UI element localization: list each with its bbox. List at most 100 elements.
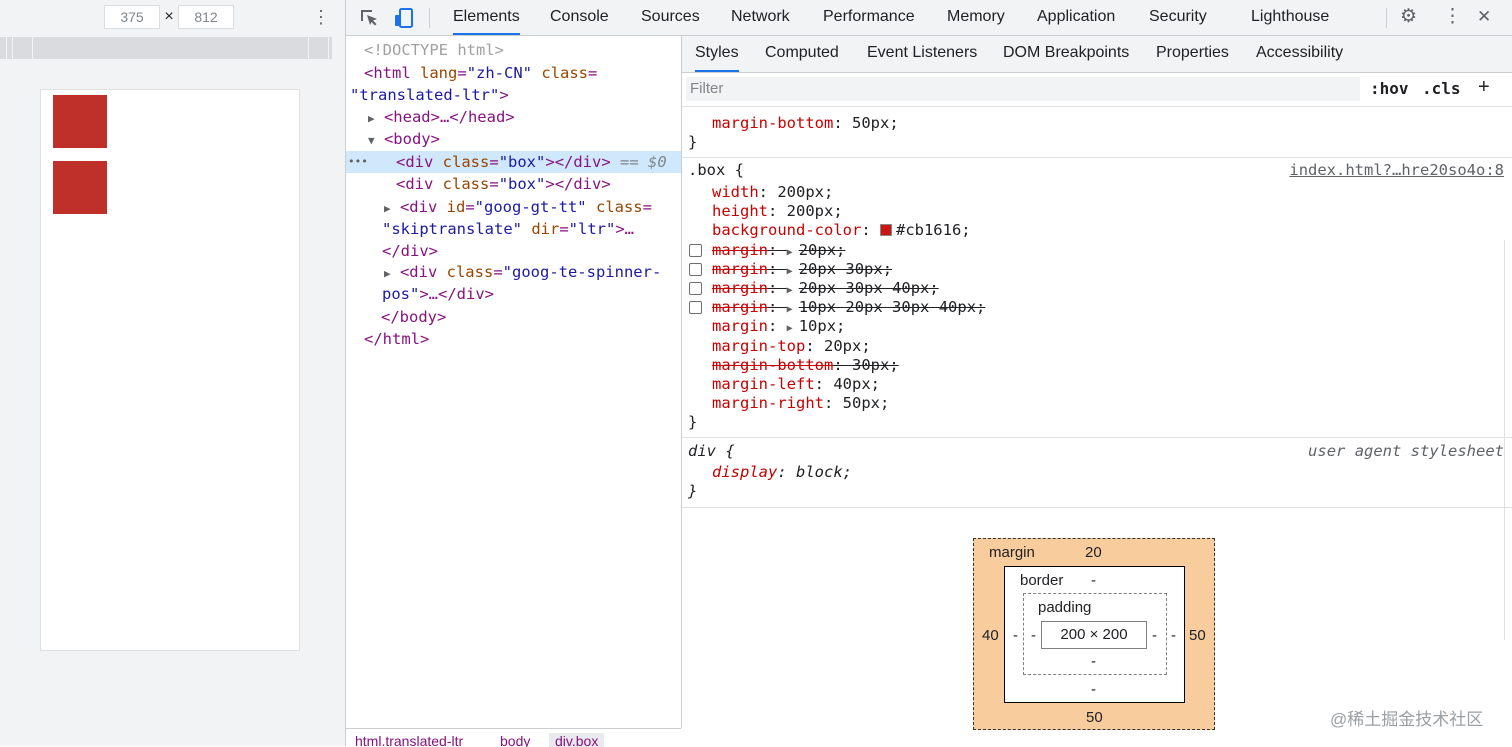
css-decl-margin[interactable]: margin: ▶ 20px 30px 40px; [712,279,939,298]
css-decl-width[interactable]: width: 200px; [712,183,833,202]
breadcrumb: html.translated-ltr body div.box [346,728,681,747]
css-decl-height[interactable]: height: 200px; [712,202,843,221]
expand-shorthand-icon[interactable]: ▶ [787,323,799,334]
dom-head[interactable]: ▶ <head>…</head> [368,106,681,128]
rule-separator [682,157,1512,158]
styles-filter-input[interactable]: Filter [686,77,1360,101]
css-decl-margin[interactable]: margin: ▶ 10px; [712,317,845,336]
stylesheet-source-link[interactable]: index.html?…hre20so4o:8 [1289,161,1504,179]
css-decl-margin[interactable]: margin: ▶ 20px; [712,241,845,260]
styles-scrollbar[interactable] [1504,240,1512,640]
settings-gear-icon[interactable]: ⚙ [1400,6,1417,28]
ruler-tick [6,37,7,59]
device-width-input[interactable]: 375 [104,5,160,29]
dom-div-spinner-cont[interactable]: pos">…</div> [382,283,681,305]
rule-separator [682,507,1512,508]
box-model-padding-right[interactable]: - [1152,627,1157,644]
tab-network[interactable]: Network [731,0,790,35]
breadcrumb-div-box[interactable]: div.box [549,733,605,747]
css-decl-margin-right[interactable]: margin-right: 50px; [712,394,889,413]
ruler-tick [12,37,13,59]
dom-html-close[interactable]: </html> [364,328,681,350]
dom-div-goog-gt-tt[interactable]: ▶ <div id="goog-gt-tt" class= [384,196,681,218]
dom-html-open-cont[interactable]: "translated-ltr"> [350,84,681,106]
tab-security[interactable]: Security [1149,0,1207,35]
box-model-border-right[interactable]: - [1171,627,1176,644]
dom-body-close[interactable]: </body> [381,306,681,328]
expand-caret-icon[interactable]: ▶ [384,202,391,215]
tab-styles[interactable]: Styles [695,36,739,72]
box-model-border-bottom[interactable]: - [1091,681,1096,698]
expand-shorthand-icon[interactable]: ▶ [787,285,799,296]
tab-application[interactable]: Application [1037,0,1115,35]
dom-div-box-selected[interactable]: ••• <div class="box"></div> == $0 [346,151,681,173]
cls-toggle-button[interactable]: .cls [1422,79,1461,98]
box-model-margin-bottom[interactable]: 50 [1086,709,1103,726]
dom-div-goog-gt-tt-cont[interactable]: "skiptranslate" dir="ltr">… [382,218,681,240]
expand-caret-icon[interactable]: ▶ [368,112,375,125]
tab-properties[interactable]: Properties [1156,36,1229,72]
css-decl-checkbox[interactable] [689,263,702,276]
box-model-border-top[interactable]: - [1091,572,1096,589]
css-decl-margin[interactable]: margin: ▶ 20px 30px; [712,260,892,279]
box-model-border-left[interactable]: - [1013,627,1018,644]
device-viewport[interactable] [40,89,300,651]
tab-console[interactable]: Console [550,0,609,35]
ruler-tick [32,37,33,59]
color-swatch-icon[interactable] [879,224,892,236]
dom-doctype[interactable]: <!DOCTYPE html> [364,39,681,61]
css-rule-box-selector[interactable]: .box { [688,161,744,180]
dom-div-box[interactable]: <div class="box"></div> [396,173,681,195]
css-decl-prev-margin-bottom[interactable]: margin-bottom: 50px; [712,114,899,133]
box-model-margin-right[interactable]: 50 [1189,627,1206,644]
box-model-margin-top[interactable]: 20 [1085,544,1102,561]
css-decl-background-color[interactable]: background-color: #cb1616; [712,221,971,240]
tab-event-listeners[interactable]: Event Listeners [867,36,977,72]
box-model-padding-bottom[interactable]: - [1091,653,1096,670]
more-options-icon[interactable]: ⋮ [1443,6,1462,28]
ellipsis-icon[interactable]: ••• [348,151,368,173]
device-more-icon[interactable]: ⋮ [312,6,330,28]
dom-tree: <!DOCTYPE html> <html lang="zh-CN" class… [346,36,682,728]
css-decl-display[interactable]: display: block; [712,463,852,482]
breadcrumb-body[interactable]: body [500,733,530,747]
tab-elements[interactable]: Elements [453,0,520,35]
box-model-margin-left[interactable]: 40 [982,627,999,644]
css-decl-margin-top[interactable]: margin-top: 20px; [712,337,871,356]
expand-shorthand-icon[interactable]: ▶ [787,304,799,315]
tab-lighthouse[interactable]: Lighthouse [1251,0,1329,35]
dom-body-open[interactable]: ▼ <body> [368,128,681,150]
tab-performance[interactable]: Performance [823,0,915,35]
breadcrumb-html[interactable]: html.translated-ltr [355,733,463,747]
css-decl-margin[interactable]: margin: ▶ 10px 20px 30px 40px; [712,298,985,317]
dom-div-close[interactable]: </div> [382,240,681,262]
dom-html-open[interactable]: <html lang="zh-CN" class= [364,62,681,84]
new-rule-plus-icon[interactable]: + [1478,76,1490,99]
css-decl-checkbox[interactable] [689,282,702,295]
rule-separator [682,437,1512,438]
device-toggle-icon[interactable] [393,7,415,29]
expand-caret-icon[interactable]: ▶ [384,267,391,280]
css-decl-checkbox[interactable] [689,244,702,257]
css-rule-close: } [688,133,698,151]
tab-accessibility[interactable]: Accessibility [1256,36,1343,72]
collapse-caret-icon[interactable]: ▼ [368,134,375,147]
box-model-padding-left[interactable]: - [1031,627,1036,644]
css-decl-margin-left[interactable]: margin-left: 40px; [712,375,880,394]
expand-shorthand-icon[interactable]: ▶ [787,247,799,258]
hov-toggle-button[interactable]: :hov [1370,79,1409,98]
box-model-content[interactable]: 200 × 200 [1041,621,1147,649]
media-query-ruler[interactable] [0,37,332,59]
expand-shorthand-icon[interactable]: ▶ [787,266,799,277]
css-rule-div-selector[interactable]: div { [688,442,735,461]
tab-computed[interactable]: Computed [765,36,839,72]
tab-dom-breakpoints[interactable]: DOM Breakpoints [1003,36,1129,72]
close-devtools-icon[interactable]: ✕ [1477,6,1491,28]
device-height-input[interactable]: 812 [178,5,234,29]
tab-sources[interactable]: Sources [641,0,700,35]
inspect-element-icon[interactable] [358,7,380,29]
css-decl-checkbox[interactable] [689,301,702,314]
css-decl-margin-bottom[interactable]: margin-bottom: 30px; [712,356,899,375]
tab-memory[interactable]: Memory [947,0,1005,35]
dom-div-spinner[interactable]: ▶ <div class="goog-te-spinner- [384,261,681,283]
